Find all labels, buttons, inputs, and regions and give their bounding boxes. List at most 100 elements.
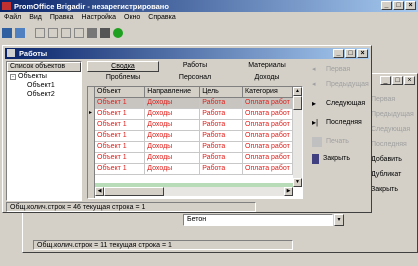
grid-icon[interactable] [2,28,12,38]
print-icon[interactable] [87,28,97,38]
works-minimize-button[interactable]: _ [333,49,344,58]
back-field-scroll-button[interactable]: ▾ [334,214,344,226]
tree-item-object2[interactable]: Объект2 [7,90,81,99]
tab-income[interactable]: Доходы [231,72,303,83]
scroll-thumb[interactable] [293,96,302,110]
print-label: Печать [326,138,349,145]
close-form-label: Закрыть [323,155,350,162]
table-row[interactable]: Объект 1 Доходы Работа Оплата работ [95,152,293,164]
scroll-down-icon[interactable]: ▼ [293,178,302,187]
vertical-scrollbar[interactable]: ▲ ▼ [293,87,302,187]
print-button[interactable]: Печать [308,134,370,149]
back-close-form-button[interactable]: Закрыть [367,182,417,197]
menu-help[interactable]: Справка [148,14,175,24]
back-add-button[interactable]: Добавить [367,152,417,167]
tabs-area: Сводка Работы Материалы Проблемы Персона… [87,61,303,83]
last-label: Последняя [326,119,362,126]
table-row[interactable]: Объект 1 Доходы Работа Оплата работ [95,119,293,131]
table-row[interactable]: Объект 1 Доходы Работа Оплата работ [95,97,293,109]
menu-edit[interactable]: Правка [50,14,74,24]
table-row[interactable]: Объект 1 Доходы Работа Оплата работ [95,130,293,142]
back-duplicate-button[interactable]: Дубликат [367,167,417,182]
next-button[interactable]: ▸ Следующая [308,96,370,111]
prev-icon: ◂ [312,80,316,88]
works-status-text: Общ.колич.строк = 46 текущая строка = 1 [10,204,146,211]
prev-label: Предыдущая [326,81,369,88]
minimize-button[interactable]: _ [381,1,392,10]
menu-view[interactable]: Вид [29,14,42,24]
scroll-h-thumb[interactable] [104,187,164,196]
table-row[interactable]: Объект 1 Доходы Работа Оплата работ [95,141,293,153]
cut-icon[interactable] [35,28,45,38]
tab-works-label: Работы [182,62,208,69]
collapse-icon[interactable]: - [10,73,16,80]
tab-income-label: Доходы [254,74,280,81]
last-button[interactable]: ▸| Последняя [308,115,370,130]
scroll-left-icon[interactable]: ◀ [95,187,104,196]
tree-root-label: Объекты [18,73,47,80]
back-last-button[interactable]: Последняя [367,137,417,152]
cell: Работа [199,97,244,109]
back-maximize-button[interactable]: □ [392,76,403,85]
exit-icon [312,153,319,164]
cell: Доходы [144,152,201,164]
works-maximize-button[interactable]: □ [345,49,356,58]
back-minimize-button[interactable]: _ [380,76,391,85]
back-field[interactable]: Бетон [183,214,333,226]
horizontal-scrollbar[interactable]: ◀ ▶ [95,187,293,196]
cell: Оплата работ [242,152,293,164]
cell: Доходы [144,141,201,153]
back-close-button[interactable]: × [404,76,415,85]
green-strip [95,183,293,187]
table-icon[interactable] [15,28,25,38]
tab-works[interactable]: Работы [159,61,231,72]
cell: Объект 1 [95,130,146,142]
menu-window[interactable]: Окно [124,14,140,24]
tree-header: Список объектов [7,62,81,72]
col-object[interactable]: Объект [95,87,146,98]
close-form-button[interactable]: Закрыть [308,151,370,166]
scroll-right-icon[interactable]: ▶ [284,187,293,196]
back-next-button[interactable]: Следующая [367,122,417,137]
row-indicator-col: ▸ [88,87,95,198]
maximize-button[interactable]: □ [393,1,404,10]
last-icon: ▸| [312,117,319,127]
table-row[interactable]: Объект 1 Доходы Работа Оплата работ [95,108,293,120]
menu-file[interactable]: Файл [4,14,21,24]
close-button[interactable]: × [405,1,416,10]
scroll-up-icon[interactable]: ▲ [293,87,302,96]
tab-summary[interactable]: Сводка [87,61,159,72]
tab-personnel-label: Персонал [178,74,212,81]
delete-icon[interactable] [74,28,84,38]
col-category[interactable]: Категория [242,87,293,98]
cell: Объект 1 [95,108,146,120]
col-direction[interactable]: Направление [144,87,201,98]
back-first-button[interactable]: Первая [367,92,417,107]
tab-personnel[interactable]: Персонал [159,72,231,83]
cell: Работа [199,152,244,164]
back-field-value: Бетон [187,216,207,223]
back-prev-button[interactable]: Предыдущая [367,107,417,122]
menu-settings[interactable]: Настройка [82,14,116,24]
tab-problems[interactable]: Проблемы [87,72,159,83]
tree-header-label: Список объектов [10,63,66,70]
grid-table: Объект Направление Цель Категория Объект… [95,87,293,175]
app-titlebar: PromOffice Brigadir - незарегистрировано… [0,0,418,12]
works-close-button[interactable]: × [357,49,368,58]
prev-button[interactable]: ◂ Предыдущая [308,77,370,92]
tab-materials[interactable]: Материалы [231,61,303,72]
tree-root[interactable]: - Объекты [7,72,81,81]
first-button[interactable]: ◂ Первая [308,62,370,77]
table-row[interactable]: Объект 1 Доходы Работа Оплата работ [95,163,293,175]
copy-icon[interactable] [48,28,58,38]
calc-icon[interactable] [100,28,110,38]
tree-item-object1[interactable]: Объект1 [7,81,81,90]
cell: Оплата работ [242,141,293,153]
paste-icon[interactable] [61,28,71,38]
next-label: Следующая [326,100,366,107]
works-window: Работы _ □ × Список объектов - Объекты О… [2,45,372,213]
col-target[interactable]: Цель [199,87,244,98]
help-icon[interactable] [113,28,123,38]
app-icon [2,2,11,10]
next-icon: ▸ [312,98,317,108]
